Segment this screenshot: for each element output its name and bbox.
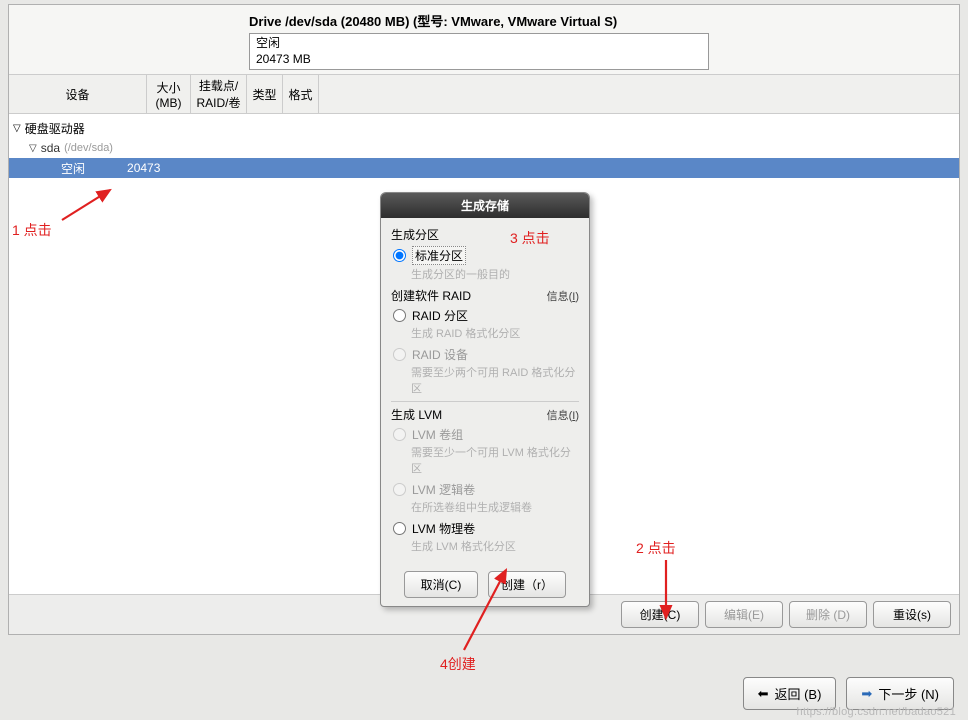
next-label: 下一步 (N): [878, 684, 939, 703]
twisty-icon[interactable]: ▽: [29, 143, 37, 154]
hint-lvm-lv: 在所选卷组中生成逻辑卷: [411, 499, 579, 515]
edit-button: 编辑(E): [705, 601, 783, 628]
drive-title: Drive /dev/sda (20480 MB) (型号: VMware, V…: [249, 11, 959, 30]
drive-header: Drive /dev/sda (20480 MB) (型号: VMware, V…: [9, 5, 959, 74]
option-raid-partition[interactable]: RAID 分区: [393, 307, 579, 324]
radio-standard-partition[interactable]: [393, 249, 406, 262]
dialog-create-button[interactable]: 创建（r）: [488, 571, 566, 598]
hint-raid-dev: 需要至少两个可用 RAID 格式化分区: [411, 364, 579, 396]
divider: [391, 401, 579, 402]
option-raid-dev-label: RAID 设备: [412, 346, 468, 363]
option-lvm-vg-label: LVM 卷组: [412, 426, 463, 443]
dialog-cancel-label: 取消(C): [421, 578, 462, 592]
arrow-left-icon: ⬅: [758, 686, 769, 702]
dialog-title: 生成存储: [381, 193, 589, 218]
reset-button-label: 重设(s): [893, 608, 931, 622]
tree-sda-name: sda: [41, 141, 60, 155]
hint-lvm-vg: 需要至少一个可用 LVM 格式化分区: [411, 444, 579, 476]
tree-sda-path: (/dev/sda): [64, 142, 113, 154]
dialog-cancel-button[interactable]: 取消(C): [404, 571, 478, 598]
section-lvm: 生成 LVM 信息(I): [391, 406, 579, 423]
option-lvm-lv-label: LVM 逻辑卷: [412, 481, 475, 498]
radio-raid-partition[interactable]: [393, 309, 406, 322]
option-lvm-vg: LVM 卷组: [393, 426, 579, 443]
option-raid-device: RAID 设备: [393, 346, 579, 363]
col-size[interactable]: 大小 (MB): [147, 75, 191, 113]
watermark: https://blog.csdn.net/badao521: [797, 706, 956, 718]
table-header-row: 设备 大小 (MB) 挂载点/ RAID/卷 类型 格式: [9, 74, 959, 114]
radio-lvm-vg: [393, 428, 406, 441]
dialog-body: 生成分区 标准分区 生成分区的一般目的 创建软件 RAID 信息(I) RAID…: [381, 218, 589, 563]
arrow-right-icon: ➡: [861, 686, 872, 702]
radio-lvm-lv: [393, 483, 406, 496]
dialog-buttons: 取消(C) 创建（r）: [381, 563, 589, 606]
hint-lvm-pv: 生成 LVM 格式化分区: [411, 538, 579, 554]
delete-button-label: 删除 (D): [806, 608, 850, 622]
section-raid: 创建软件 RAID 信息(I): [391, 287, 579, 304]
col-format[interactable]: 格式: [283, 75, 319, 113]
lvm-info-link[interactable]: 信息(I): [547, 407, 579, 423]
tree-sda-row[interactable]: ▽ sda (/dev/sda): [9, 138, 959, 158]
create-storage-dialog: 生成存储 生成分区 标准分区 生成分区的一般目的 创建软件 RAID 信息(I)…: [380, 192, 590, 607]
dialog-create-label: 创建（r）: [501, 578, 553, 592]
tree-free-label: 空闲: [61, 160, 85, 177]
col-mount[interactable]: 挂载点/ RAID/卷: [191, 75, 247, 113]
create-button-label: 创建(C): [640, 608, 681, 622]
option-lvm-lv: LVM 逻辑卷: [393, 481, 579, 498]
drive-box-line2: 20473 MB: [256, 52, 702, 68]
section-partition: 生成分区: [391, 226, 579, 243]
section-raid-label: 创建软件 RAID: [391, 287, 471, 304]
tree-root-row[interactable]: ▽ 硬盘驱动器: [9, 118, 959, 138]
radio-lvm-pv[interactable]: [393, 522, 406, 535]
back-label: 返回 (B): [774, 684, 821, 703]
twisty-icon[interactable]: ▽: [13, 123, 21, 134]
create-button[interactable]: 创建(C): [621, 601, 699, 628]
annotation-4: 4创建: [440, 654, 476, 674]
raid-info-link[interactable]: 信息(I): [547, 288, 579, 304]
hint-standard: 生成分区的一般目的: [411, 266, 579, 282]
option-standard-partition[interactable]: 标准分区: [393, 246, 579, 265]
tree-free-size: 20473: [127, 161, 160, 175]
hint-raid-part: 生成 RAID 格式化分区: [411, 325, 579, 341]
delete-button: 删除 (D): [789, 601, 867, 628]
option-lvm-pv-label: LVM 物理卷: [412, 520, 475, 537]
tree-free-row[interactable]: 空闲 20473: [9, 158, 959, 178]
edit-button-label: 编辑(E): [724, 608, 764, 622]
col-device[interactable]: 设备: [9, 75, 147, 113]
tree-root-label: 硬盘驱动器: [25, 120, 85, 137]
option-standard-label: 标准分区: [412, 246, 466, 265]
option-lvm-pv[interactable]: LVM 物理卷: [393, 520, 579, 537]
drive-box-line1: 空闲: [256, 36, 702, 52]
radio-raid-device: [393, 348, 406, 361]
option-raid-part-label: RAID 分区: [412, 307, 468, 324]
col-type[interactable]: 类型: [247, 75, 283, 113]
drive-summary-box: 空闲 20473 MB: [249, 33, 709, 70]
section-lvm-label: 生成 LVM: [391, 406, 442, 423]
reset-button[interactable]: 重设(s): [873, 601, 951, 628]
section-partition-label: 生成分区: [391, 226, 439, 243]
